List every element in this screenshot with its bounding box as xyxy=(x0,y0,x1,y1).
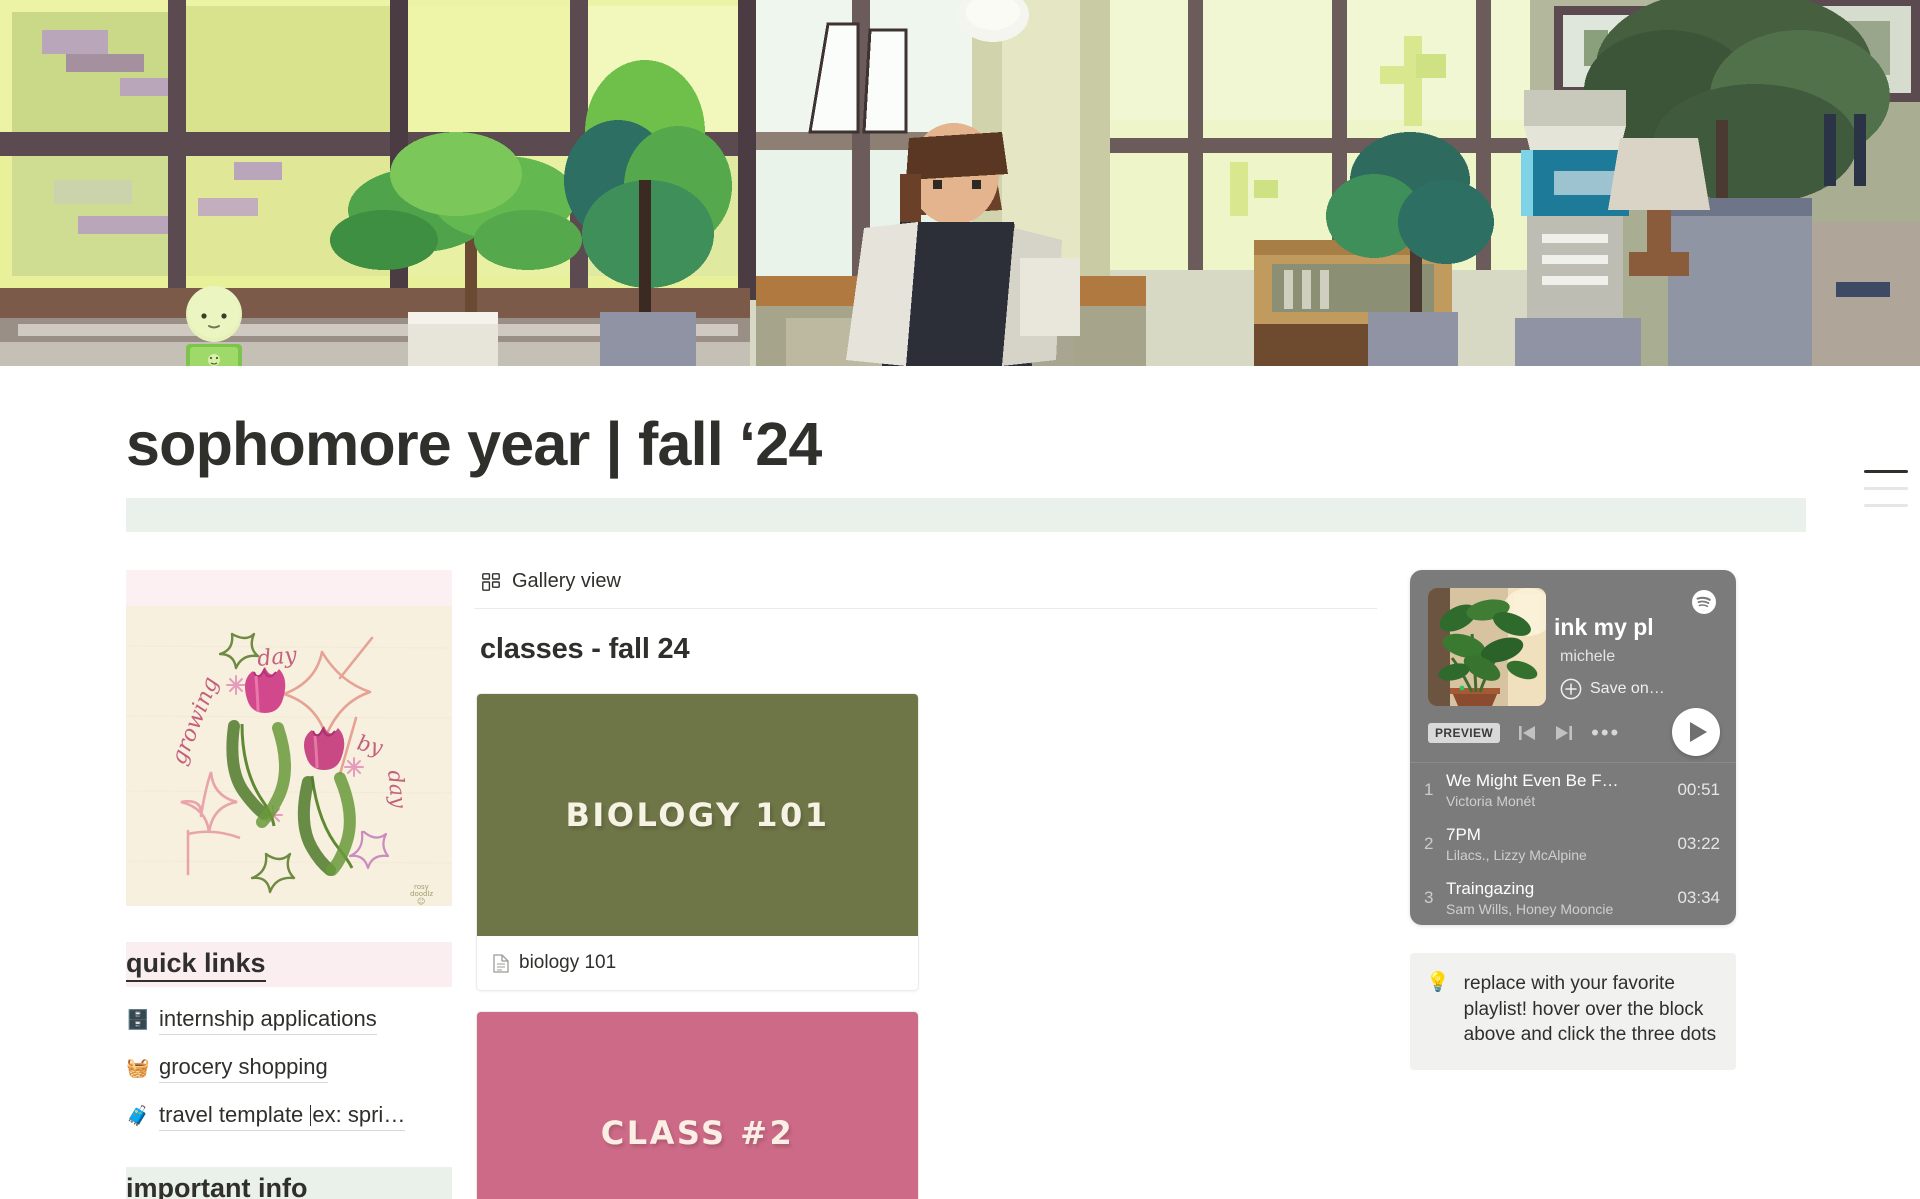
mascot-icon xyxy=(186,286,242,366)
svg-text:day: day xyxy=(256,643,299,672)
callout-text: replace with your favorite playlist! hov… xyxy=(1463,973,1717,1046)
track-duration: 03:22 xyxy=(1677,834,1720,854)
track-name: 7PM xyxy=(1446,825,1481,845)
gallery-column: Gallery view classes - fall 24 BIOLOGY 1… xyxy=(452,570,1377,1199)
tab-gallery-view[interactable]: Gallery view xyxy=(474,570,1372,593)
toc-line-inactive[interactable] xyxy=(1864,487,1908,490)
card-cover: BIOLOGY 101 xyxy=(477,694,918,937)
luggage-icon: 🧳 xyxy=(126,1106,150,1128)
svg-text:☺: ☺ xyxy=(417,897,425,906)
preview-badge: PREVIEW xyxy=(1428,723,1501,744)
track-duration: 03:34 xyxy=(1677,888,1720,908)
table-of-contents-rail[interactable] xyxy=(1854,470,1908,530)
card-cover-text: CLASS #2 xyxy=(600,1114,795,1153)
spotify-header: ink my pl michele Save on… xyxy=(1410,570,1736,707)
track-artist: Lilacs., Lizzy McAlpine xyxy=(1446,847,1587,864)
track-duration: 00:51 xyxy=(1677,780,1720,800)
quick-link-grocery-shopping[interactable]: 🧺 grocery shopping xyxy=(126,1054,452,1084)
gallery-card[interactable]: CLASS #2 class #2 xyxy=(476,1011,919,1199)
quick-link-label[interactable]: internship applications xyxy=(159,1006,377,1036)
sidebar-column: growing day by day rosy doodlz ☺ quick l… xyxy=(126,570,452,1199)
lightbulb-icon: 💡 xyxy=(1426,972,1450,994)
track-info: Traingazing Sam Wills, Honey Mooncie xyxy=(1446,879,1667,917)
grid-icon xyxy=(482,572,500,591)
card-cover-text: BIOLOGY 101 xyxy=(565,796,830,835)
track-name: Traingazing xyxy=(1446,879,1535,899)
right-column: ink my pl michele Save on… PREVIEW ••• 1… xyxy=(1372,570,1736,1199)
card-cover: CLASS #2 xyxy=(477,1012,918,1199)
track-row[interactable]: 3 Traingazing Sam Wills, Honey Mooncie 0… xyxy=(1410,871,1736,925)
track-artist: Sam Wills, Honey Mooncie xyxy=(1446,901,1614,918)
quick-link-label[interactable]: grocery shopping xyxy=(159,1054,328,1084)
save-label: Save on… xyxy=(1590,680,1665,698)
quick-link-label[interactable]: travel template ex: spri… xyxy=(159,1102,406,1132)
three-column-layout: growing day by day rosy doodlz ☺ quick l… xyxy=(0,532,1920,1199)
quick-link-internship-applications[interactable]: 🗄️ internship applications xyxy=(126,1006,452,1036)
playlist-title[interactable]: ink my pl xyxy=(1554,614,1718,641)
tab-gallery-view-label: Gallery view xyxy=(512,570,621,593)
page-cover-banner[interactable] xyxy=(0,0,1920,366)
track-name: We Might Even Be F… xyxy=(1446,771,1619,791)
basket-icon: 🧺 xyxy=(126,1058,150,1080)
next-track-icon[interactable] xyxy=(1554,724,1574,742)
card-footer[interactable]: biology 101 xyxy=(477,936,918,990)
playlist-cover-art xyxy=(1428,588,1546,707)
banner-pixel-art xyxy=(0,0,1920,366)
page-title[interactable]: sophomore year | fall ‘24 xyxy=(0,366,1920,478)
spotify-icon xyxy=(1692,590,1716,615)
quick-links-heading: quick links xyxy=(126,942,452,988)
track-index: 3 xyxy=(1424,888,1434,908)
track-info: We Might Even Be F… Victoria Monét xyxy=(1446,771,1667,809)
toc-line-active[interactable] xyxy=(1864,470,1908,473)
growing-day-by-day-illustration[interactable]: growing day by day rosy doodlz ☺ xyxy=(126,606,452,907)
track-index: 2 xyxy=(1424,834,1434,854)
database-title[interactable]: classes - fall 24 xyxy=(474,633,1372,666)
callout-block[interactable]: 💡 replace with your favorite playlist! h… xyxy=(1410,953,1736,1070)
track-info: 7PM Lilacs., Lizzy McAlpine xyxy=(1446,825,1667,863)
toc-line-inactive[interactable] xyxy=(1864,504,1908,507)
play-button[interactable] xyxy=(1672,708,1720,757)
spotify-controls: PREVIEW ••• xyxy=(1410,706,1736,762)
track-row[interactable]: 1 We Might Even Be F… Victoria Monét 00:… xyxy=(1410,763,1736,817)
quick-link-label-hint: ex: spri… xyxy=(312,1102,406,1128)
plus-circle-icon xyxy=(1560,678,1582,700)
quick-link-label-main: travel template xyxy=(159,1102,310,1128)
previous-track-icon[interactable] xyxy=(1517,724,1537,742)
gallery-divider xyxy=(474,608,1377,610)
track-list: 1 We Might Even Be F… Victoria Monét 00:… xyxy=(1410,762,1736,925)
save-on-spotify-button[interactable]: Save on… xyxy=(1560,678,1718,700)
more-options-icon[interactable]: ••• xyxy=(1591,722,1620,744)
plant-photo xyxy=(1428,588,1546,707)
track-index: 1 xyxy=(1424,780,1434,800)
play-icon xyxy=(1689,722,1707,743)
gallery-card-grid: BIOLOGY 101 biology 101 CLASS #2 xyxy=(474,693,1372,1199)
svg-text:day: day xyxy=(383,769,411,810)
file-cabinet-icon: 🗄️ xyxy=(126,1010,150,1032)
track-artist: Victoria Monét xyxy=(1446,793,1536,810)
playlist-owner: michele xyxy=(1560,648,1616,666)
important-info-heading: important info xyxy=(126,1167,452,1199)
page-content: sophomore year | fall ‘24 growing day by… xyxy=(0,366,1920,1199)
notion-page: sophomore year | fall ‘24 growing day by… xyxy=(0,0,1920,1199)
track-row[interactable]: 2 7PM Lilacs., Lizzy McAlpine 03:22 xyxy=(1410,817,1736,871)
green-highlight-divider xyxy=(126,498,1806,533)
card-title: biology 101 xyxy=(519,952,617,974)
gallery-card[interactable]: BIOLOGY 101 biology 101 xyxy=(476,693,919,992)
tulip-doodle-art: growing day by day rosy doodlz ☺ xyxy=(126,606,452,907)
quick-link-travel-template[interactable]: 🧳 travel template ex: spri… xyxy=(126,1102,452,1132)
playlist-meta: ink my pl michele Save on… xyxy=(1546,588,1718,706)
document-icon xyxy=(493,954,509,973)
pink-highlight-strip xyxy=(126,570,452,607)
spotify-embed[interactable]: ink my pl michele Save on… PREVIEW ••• 1… xyxy=(1410,570,1736,926)
